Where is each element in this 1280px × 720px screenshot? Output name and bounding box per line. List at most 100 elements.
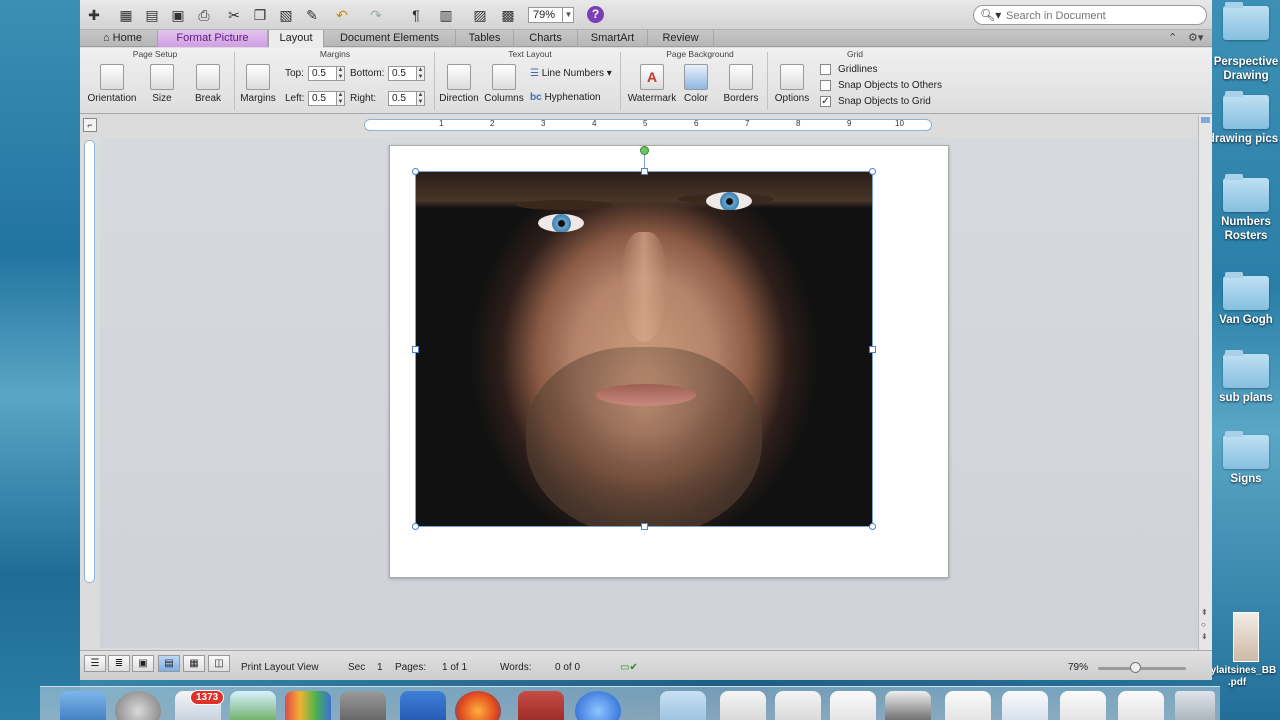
photos-icon[interactable] [230,691,276,720]
folder-icon[interactable] [660,691,706,720]
tab-home[interactable]: ⌂ Home [88,30,158,47]
search-input[interactable] [1006,8,1201,23]
horizontal-ruler[interactable]: 1 2 3 4 5 6 7 8 9 10 [364,119,932,131]
save-icon[interactable]: ▣ [168,5,188,25]
tab-layout[interactable]: Layout [268,30,324,48]
snap-to-others-checkbox[interactable] [820,80,831,91]
margin-right-stepper[interactable]: ▲ ▼ [416,91,425,106]
minimized-window-icon[interactable] [1002,691,1048,720]
resize-handle-right[interactable] [869,346,876,353]
minimized-window-icon[interactable] [885,691,931,720]
paste-icon[interactable]: ▧ [276,5,296,25]
gear-icon[interactable]: ⚙▾ [1188,30,1203,47]
new-document-icon[interactable]: ✚ [84,5,104,25]
notebook-view-button[interactable]: ▦ [183,655,205,672]
print-icon[interactable]: ⎙ [194,5,214,25]
resize-handle-top-right[interactable] [869,168,876,175]
app-store-icon[interactable] [575,691,621,720]
desktop-folder-top[interactable] [1212,2,1280,40]
print-layout-view-button[interactable]: ▤ [158,655,180,672]
resize-handle-bottom-left[interactable] [412,523,419,530]
draft-view-button[interactable]: ☰ [84,655,106,672]
grid-options-button[interactable]: Options [772,64,812,104]
vertical-ruler[interactable] [84,140,95,583]
columns-button[interactable]: Columns [483,64,525,104]
desktop-item-signs[interactable]: Signs [1212,431,1280,486]
tab-document-elements[interactable]: Document Elements [324,30,456,47]
redo-icon[interactable]: ↷ [366,5,386,25]
copy-icon[interactable]: ❐ [250,5,270,25]
desktop-item-drawing-pics[interactable]: drawing pics [1208,91,1280,146]
tab-tables[interactable]: Tables [456,30,514,47]
break-button[interactable]: Break [188,64,228,104]
document-page[interactable] [389,145,949,578]
chevron-down-icon[interactable]: ▼ [562,7,574,23]
snap-to-grid-checkbox[interactable]: ✓ [820,96,831,107]
spelling-check-icon[interactable]: ▭✔ [620,662,638,673]
firefox-icon[interactable] [455,691,501,720]
vertical-scrollbar[interactable]: ⇞ ○ ⇟ [1198,115,1212,650]
toolbox-icon[interactable]: ▩ [498,5,518,25]
desktop-item-sub-plans[interactable]: sub plans [1212,350,1280,405]
desktop-item-perspective-drawing[interactable]: Perspective Drawing [1212,52,1280,83]
minimized-window-icon[interactable] [830,691,876,720]
scroll-thumb[interactable] [1201,117,1210,123]
open-icon[interactable]: ▤ [142,5,162,25]
desktop-item-pdf[interactable]: Kaylaitsines_BB .pdf [1198,612,1280,689]
sidebar-toggle-icon[interactable]: ▥ [436,5,456,25]
app-icon[interactable] [285,691,331,720]
tab-charts[interactable]: Charts [514,30,578,47]
desktop-item-numbers-rosters[interactable]: Numbers Rosters [1212,174,1280,243]
minimized-window-icon[interactable] [1060,691,1106,720]
document-canvas[interactable] [100,138,1198,648]
hyphenation-button[interactable]: bc Hyphenation [530,92,601,103]
resize-handle-left[interactable] [412,346,419,353]
watermark-button[interactable]: A Watermark [626,64,678,104]
margin-bottom-field[interactable]: 0.5 [388,66,418,81]
tab-review[interactable]: Review [648,30,714,47]
minimized-window-icon[interactable] [1118,691,1164,720]
document-icon[interactable] [720,691,766,720]
margin-left-field[interactable]: 0.5 [308,91,338,106]
collapse-ribbon-icon[interactable]: ⌃ [1168,30,1177,47]
media-browser-icon[interactable]: ▨ [470,5,490,25]
gridlines-checkbox[interactable] [820,64,831,75]
page-nav-icon[interactable]: ⇞ ○ ⇟ [1201,607,1208,643]
resize-handle-bottom-right[interactable] [869,523,876,530]
search-field[interactable]: 🔍︎▾ [973,5,1207,25]
template-gallery-icon[interactable]: ▦ [116,5,136,25]
resize-handle-top[interactable] [641,168,648,175]
launchpad-icon[interactable] [115,691,161,720]
desktop-item-van-gogh[interactable]: Van Gogh [1212,272,1280,327]
margin-bottom-stepper[interactable]: ▲ ▼ [416,66,425,81]
trash-icon[interactable] [1175,691,1215,720]
minimized-window-icon[interactable] [945,691,991,720]
size-button[interactable]: Size [142,64,182,104]
tab-smartart[interactable]: SmartArt [578,30,648,47]
orientation-button[interactable]: Orientation [86,64,138,104]
outline-view-button[interactable]: ≣ [108,655,130,672]
show-formatting-icon[interactable]: ¶ [406,5,426,25]
rotation-handle[interactable] [640,146,649,155]
margin-top-field[interactable]: 0.5 [308,66,338,81]
word-icon[interactable] [400,691,446,720]
focus-view-button[interactable]: ◫ [208,655,230,672]
dictionary-icon[interactable] [518,691,564,720]
margin-top-stepper[interactable]: ▲ ▼ [336,66,345,81]
search-icon[interactable]: 🔍︎▾ [980,8,1001,22]
resize-handle-top-left[interactable] [412,168,419,175]
tab-format-picture[interactable]: Format Picture [158,30,268,47]
line-numbers-button[interactable]: ☰ Line Numbers ▾ [530,68,612,79]
system-preferences-icon[interactable] [340,691,386,720]
margin-left-stepper[interactable]: ▲ ▼ [336,91,345,106]
tab-stop-selector-icon[interactable]: ⌐ [83,118,97,132]
zoom-slider-knob[interactable] [1130,662,1141,673]
publishing-view-button[interactable]: ▣ [132,655,154,672]
format-painter-icon[interactable]: ✎ [302,5,322,25]
finder-icon[interactable] [60,691,106,720]
margin-right-field[interactable]: 0.5 [388,91,418,106]
color-button[interactable]: Color [678,64,714,104]
undo-icon[interactable]: ↶ [332,5,352,25]
document-icon[interactable] [775,691,821,720]
cut-icon[interactable]: ✂ [224,5,244,25]
